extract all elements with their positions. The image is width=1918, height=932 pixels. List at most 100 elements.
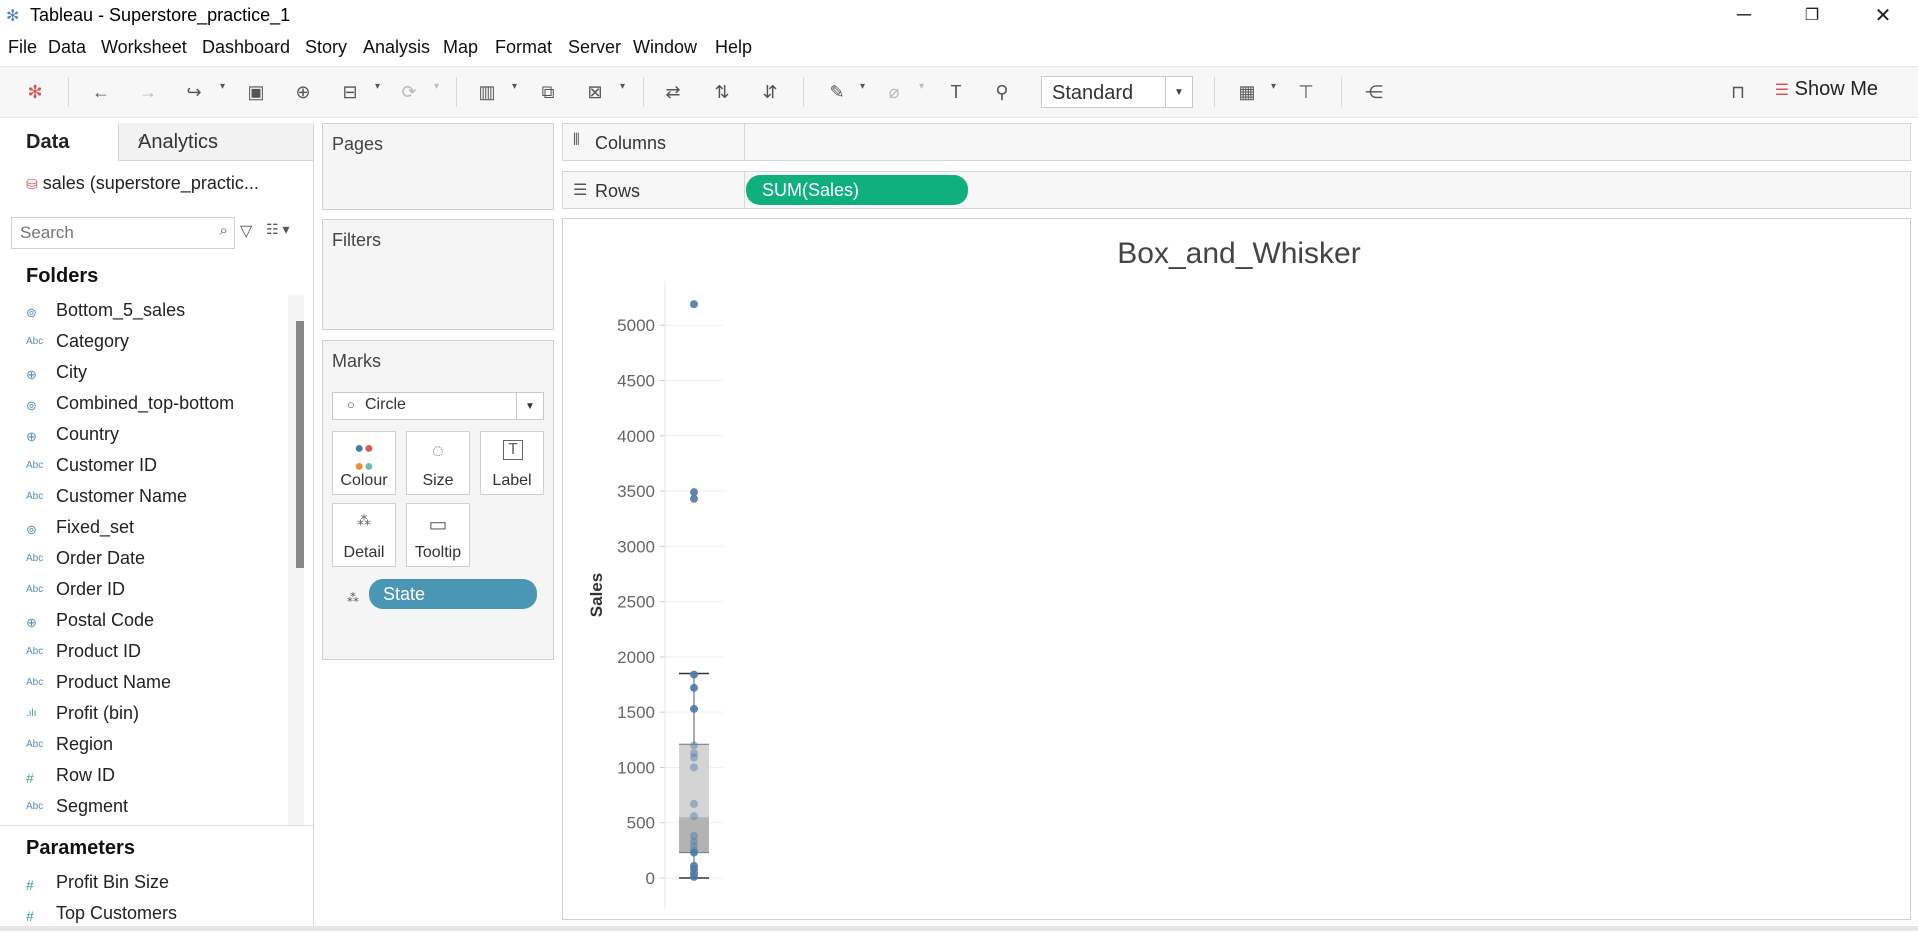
- share-icon[interactable]: ⋲: [1361, 79, 1387, 105]
- rows-shelf[interactable]: ☰ Rows SUM(Sales): [562, 171, 1911, 209]
- tab-analytics[interactable]: Analytics ‹: [118, 123, 313, 161]
- swap-rows-columns-icon[interactable]: ⇄: [660, 79, 686, 105]
- tableau-home-icon[interactable]: ✻: [22, 79, 48, 105]
- fit-select[interactable]: Standard ▼: [1041, 76, 1193, 108]
- search-box: ⌕: [11, 217, 235, 249]
- show-mark-labels-icon[interactable]: T: [943, 79, 969, 105]
- tooltip-button[interactable]: ▭ Tooltip: [406, 503, 470, 567]
- box-whisker-chart[interactable]: Box_and_Whisker Sales 0 500 1000 1500 2000 25…: [563, 219, 1910, 919]
- clear-sheet-icon[interactable]: ⊠: [582, 79, 608, 105]
- highlight-icon[interactable]: ✎: [824, 79, 850, 105]
- viz-area[interactable]: Box_and_Whisker Sales 0 500 1000 1500 2000 25…: [562, 218, 1911, 920]
- field-item[interactable]: Abc Order ID: [26, 577, 286, 608]
- columns-shelf[interactable]: ⫴ Columns: [562, 123, 1911, 161]
- field-item[interactable]: Abc Order Date: [26, 546, 286, 577]
- field-item[interactable]: Abc Product Name: [26, 670, 286, 701]
- menu-analysis[interactable]: Analysis: [363, 37, 430, 58]
- y-tick-label: 5000: [617, 316, 655, 335]
- field-item[interactable]: Abc Category: [26, 329, 286, 360]
- show-me-button[interactable]: ☰ Show Me: [1775, 78, 1878, 101]
- undo-icon[interactable]: ←: [88, 79, 114, 105]
- show-cards-icon[interactable]: ▦: [1234, 79, 1260, 105]
- save-icon[interactable]: ▣: [243, 79, 269, 105]
- label-button[interactable]: T Label: [480, 431, 544, 495]
- field-item[interactable]: Abc Customer Name: [26, 484, 286, 515]
- pages-card[interactable]: Pages: [322, 123, 554, 210]
- close-button[interactable]: ✕: [1855, 0, 1911, 30]
- field-item[interactable]: ⊕ Country: [26, 422, 286, 453]
- refresh-dropdown-icon[interactable]: ▾: [434, 81, 439, 92]
- detail-button[interactable]: ⁂ Detail: [332, 503, 396, 567]
- mark-type-select[interactable]: ○ Circle ▼: [332, 392, 544, 420]
- menu-format[interactable]: Format: [495, 37, 552, 58]
- refresh-icon[interactable]: ⟳: [396, 79, 422, 105]
- view-options-icon[interactable]: ☷ ▾: [266, 221, 289, 238]
- tab-data[interactable]: Data: [0, 123, 118, 161]
- field-item[interactable]: Abc Product ID: [26, 639, 286, 670]
- redo-icon[interactable]: →: [135, 79, 161, 105]
- menu-server[interactable]: Server: [568, 37, 621, 58]
- new-worksheet-dropdown-icon[interactable]: ▾: [512, 81, 517, 92]
- colour-button[interactable]: ●● ●● Colour: [332, 431, 396, 495]
- field-item[interactable]: ⊚ Fixed_set: [26, 515, 286, 546]
- scrollbar-thumb[interactable]: [296, 321, 304, 568]
- menu-window[interactable]: Window: [633, 37, 697, 58]
- group-dropdown-icon[interactable]: ▾: [919, 81, 924, 92]
- filters-card[interactable]: Filters: [322, 219, 554, 330]
- field-item[interactable]: ⊚ Bottom_5_sales: [26, 298, 286, 329]
- filter-icon[interactable]: ▽: [240, 221, 252, 241]
- field-item[interactable]: # Row ID: [26, 763, 286, 794]
- menu-worksheet[interactable]: Worksheet: [101, 37, 187, 58]
- field-label: Customer ID: [56, 455, 158, 475]
- field-item[interactable]: ⊕ City: [26, 360, 286, 391]
- abc-icon: Abc: [26, 336, 44, 347]
- swap-redo-icon[interactable]: ↪: [181, 79, 207, 105]
- bin-icon: .ılı: [26, 708, 37, 719]
- menu-story[interactable]: Story: [305, 37, 347, 58]
- datasource-item[interactable]: ⛁ sales (superstore_practic...: [26, 173, 259, 194]
- new-worksheet-icon[interactable]: ▥: [474, 79, 500, 105]
- field-label: Order Date: [56, 548, 146, 568]
- chevron-down-icon: ▼: [1165, 77, 1192, 107]
- show-cards-dropdown-icon[interactable]: ▾: [1271, 81, 1276, 92]
- field-item[interactable]: # Profit Bin Size: [26, 870, 286, 901]
- search-icon[interactable]: ⌕: [220, 222, 228, 239]
- format-painter-icon[interactable]: ⊓: [1725, 79, 1751, 105]
- fix-axes-icon[interactable]: ⚲: [989, 79, 1015, 105]
- y-tick-label: 1500: [617, 703, 655, 722]
- menu-dashboard[interactable]: Dashboard: [202, 37, 290, 58]
- restore-button[interactable]: ❐: [1784, 0, 1840, 30]
- state-pill[interactable]: State: [369, 579, 537, 609]
- duplicate-sheet-icon[interactable]: ⧉: [535, 79, 561, 105]
- highlight-dropdown-icon[interactable]: ▾: [860, 81, 865, 92]
- sum-sales-pill[interactable]: SUM(Sales): [746, 175, 968, 205]
- tooltip-icon: ▭: [428, 514, 448, 536]
- field-item[interactable]: ⊕ Postal Code: [26, 608, 286, 639]
- pause-dropdown-icon[interactable]: ▾: [375, 81, 380, 92]
- data-point: [690, 683, 698, 692]
- label-label: Label: [492, 472, 532, 489]
- redo-dropdown-icon[interactable]: ▾: [220, 81, 225, 92]
- menu-help[interactable]: Help: [715, 37, 752, 58]
- minimize-button[interactable]: ─: [1716, 0, 1772, 30]
- field-item[interactable]: Abc Region: [26, 732, 286, 763]
- pause-updates-icon[interactable]: ⊟: [337, 79, 363, 105]
- presentation-mode-icon[interactable]: ⊤: [1293, 79, 1319, 105]
- size-button[interactable]: ◌ Size: [406, 431, 470, 495]
- menu-data[interactable]: Data: [48, 37, 86, 58]
- set-icon: ⊚: [26, 398, 37, 413]
- collapse-pane-icon[interactable]: ‹: [138, 131, 307, 149]
- sort-descending-icon[interactable]: ⇵: [757, 79, 783, 105]
- field-item[interactable]: Abc Segment: [26, 794, 286, 825]
- field-item[interactable]: .ılı Profit (bin): [26, 701, 286, 732]
- rows-icon: ☰: [573, 182, 588, 199]
- clear-sheet-dropdown-icon[interactable]: ▾: [620, 81, 625, 92]
- group-members-icon[interactable]: ⌀: [881, 79, 907, 105]
- menu-file[interactable]: File: [8, 37, 37, 58]
- search-input[interactable]: [12, 218, 202, 248]
- sort-ascending-icon[interactable]: ⇅: [709, 79, 735, 105]
- new-datasource-icon[interactable]: ⊕: [290, 79, 316, 105]
- field-item[interactable]: ⊚ Combined_top-bottom: [26, 391, 286, 422]
- field-item[interactable]: Abc Customer ID: [26, 453, 286, 484]
- menu-map[interactable]: Map: [443, 37, 478, 58]
